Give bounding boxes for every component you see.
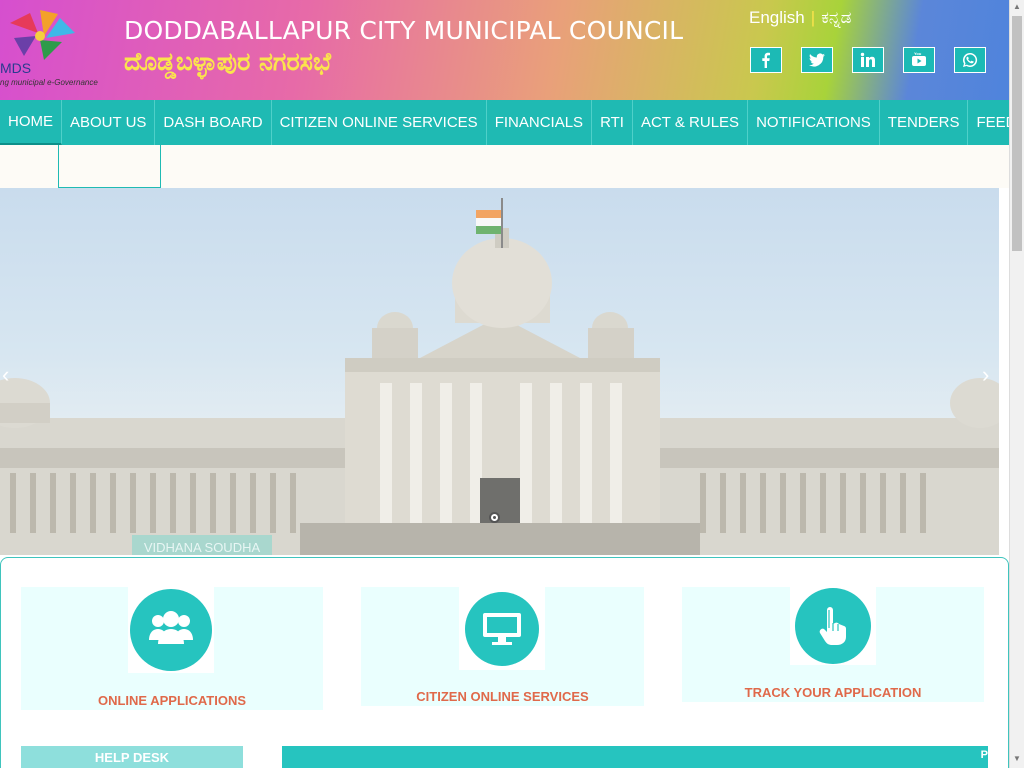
hero-caption: VIDHANA SOUDHA <box>132 535 272 555</box>
icon-box <box>128 587 214 673</box>
nav-notifications[interactable]: NOTIFICATIONS <box>748 100 880 145</box>
hero-slider: ‹ › VIDHANA SOUDHA <box>0 188 999 555</box>
online-applications-card[interactable]: ONLINE APPLICATIONS <box>21 587 323 710</box>
secondary-section-label: P <box>980 749 988 761</box>
slider-next-arrow[interactable]: › <box>982 362 996 398</box>
citizen-online-services-label: CITIZEN ONLINE SERVICES <box>416 689 589 704</box>
slider-prev-arrow[interactable]: ‹ <box>2 362 16 398</box>
main-nav: HOME ABOUT US DASH BOARD CITIZEN ONLINE … <box>0 100 1024 145</box>
lang-separator: | <box>810 8 816 27</box>
page: MDS ng municipal e-Governance DODDABALLA… <box>0 0 1024 768</box>
sub-nav-row <box>0 145 1009 188</box>
nav-home[interactable]: HOME <box>0 100 62 145</box>
site-title: DODDABALLAPUR CITY MUNICIPAL COUNCIL <box>124 16 684 45</box>
icon-box <box>790 587 876 665</box>
linkedin-icon[interactable] <box>852 47 884 73</box>
whatsapp-icon[interactable] <box>954 47 986 73</box>
nav-citizen-online-services[interactable]: CITIZEN ONLINE SERVICES <box>272 100 487 145</box>
monitor-icon <box>465 591 539 666</box>
logo-tagline: ng municipal e-Governance <box>0 78 98 87</box>
icon-box <box>459 587 545 670</box>
site-subtitle: ದೊಡ್ಡಬಳ್ಳಾಪುರ ನಗರಸಭೆ <box>124 47 332 76</box>
track-application-card[interactable]: TRACK YOUR APPLICATION <box>682 587 984 702</box>
youtube-icon[interactable]: You <box>903 47 935 73</box>
users-group-icon <box>130 589 212 671</box>
nav-tenders[interactable]: TENDERS <box>880 100 969 145</box>
twitter-icon[interactable] <box>801 47 833 73</box>
nav-act-rules[interactable]: ACT & RULES <box>633 100 749 145</box>
page-scrollbar[interactable]: ▲ ▼ <box>1009 0 1024 768</box>
nav-about-us[interactable]: ABOUT US <box>62 100 156 145</box>
nav-dash-board[interactable]: DASH BOARD <box>155 100 272 145</box>
nav-financials[interactable]: FINANCIALS <box>487 100 593 145</box>
scroll-thumb[interactable] <box>1012 16 1022 251</box>
header: MDS ng municipal e-Governance DODDABALLA… <box>0 0 1009 100</box>
citizen-online-services-card[interactable]: CITIZEN ONLINE SERVICES <box>361 587 644 706</box>
logo-graphic <box>10 10 75 60</box>
pointer-hand-icon <box>795 588 871 664</box>
social-links: You <box>750 47 986 73</box>
hero-building-image <box>0 198 999 555</box>
help-desk-header[interactable]: HELP DESK <box>21 746 243 768</box>
facebook-icon[interactable] <box>750 47 782 73</box>
lang-english-link[interactable]: English <box>749 8 805 27</box>
nav-rti[interactable]: RTI <box>592 100 633 145</box>
track-application-label: TRACK YOUR APPLICATION <box>744 685 922 700</box>
scroll-down-arrow[interactable]: ▼ <box>1013 754 1021 763</box>
secondary-section-header: P <box>282 746 988 768</box>
language-switcher: English | ಕನ್ನಡ <box>749 8 851 28</box>
svg-text:You: You <box>914 52 922 56</box>
scroll-up-arrow[interactable]: ▲ <box>1013 2 1021 11</box>
sub-nav-item[interactable] <box>58 145 161 188</box>
logo-text: MDS <box>0 60 32 76</box>
slider-dot[interactable] <box>489 512 500 523</box>
mds-logo[interactable]: MDS ng municipal e-Governance <box>0 8 118 92</box>
lang-kannada-link[interactable]: ಕನ್ನಡ <box>821 8 851 27</box>
online-applications-label: ONLINE APPLICATIONS <box>97 693 247 708</box>
